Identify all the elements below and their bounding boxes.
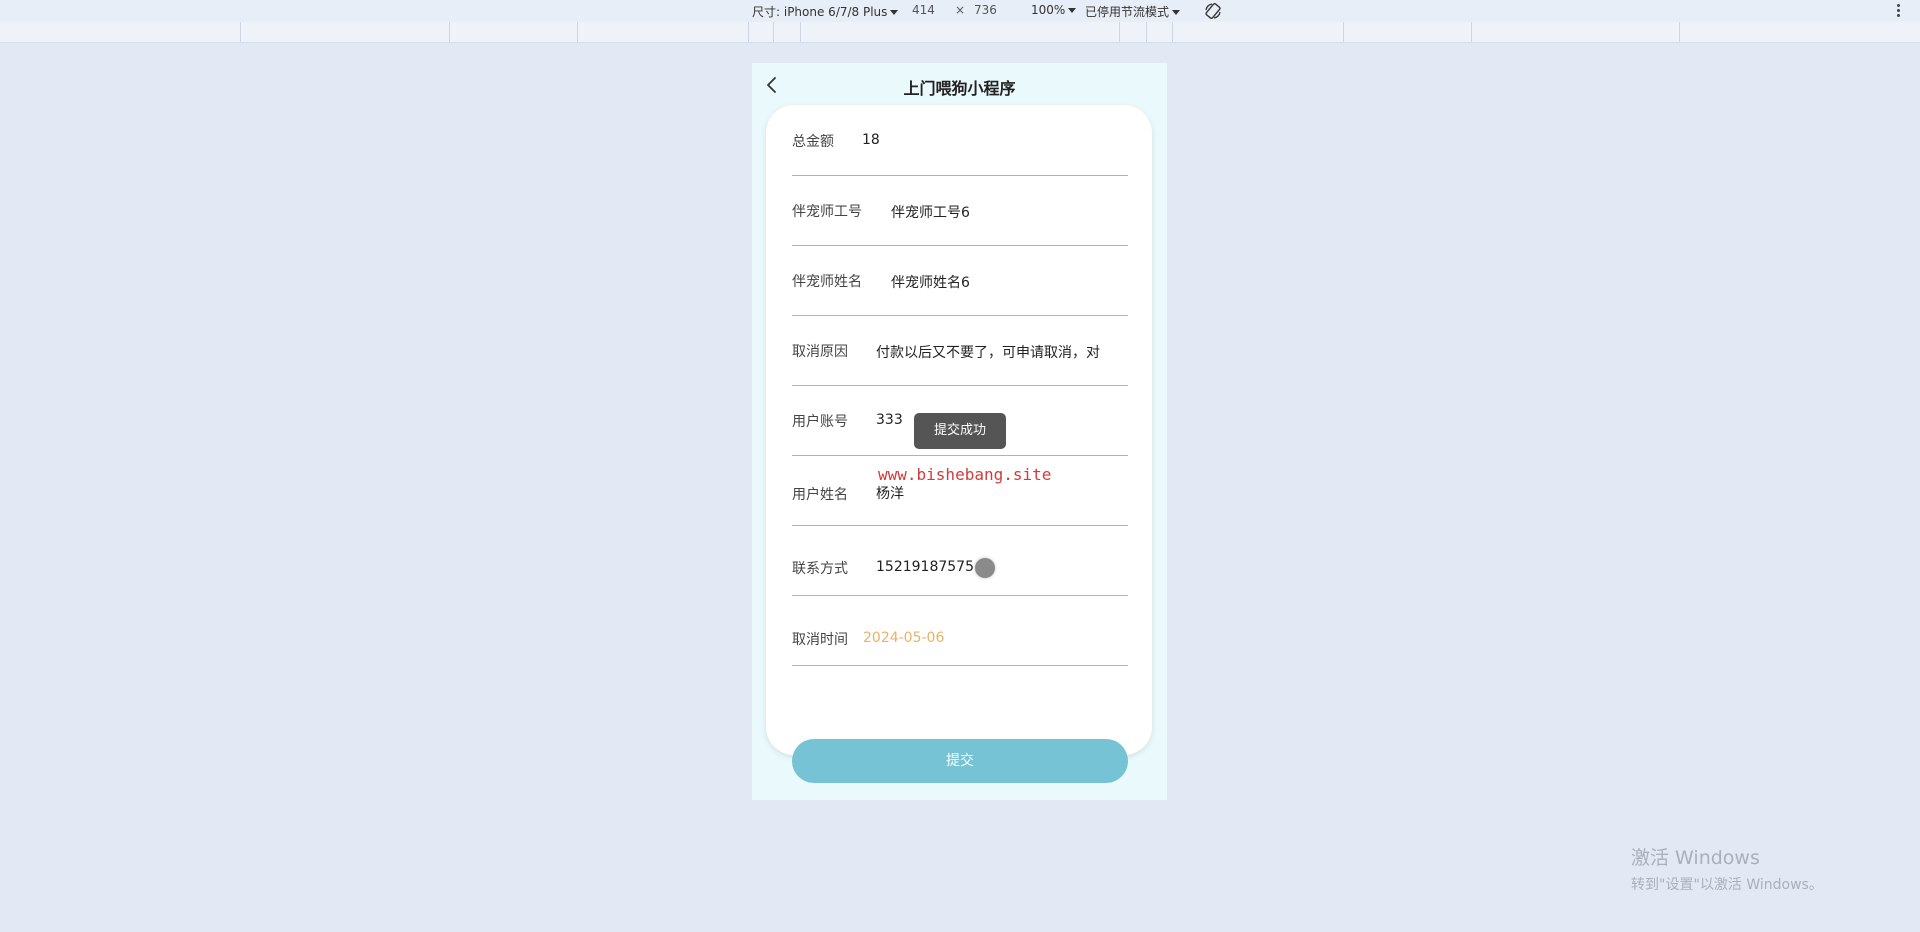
page-title: 上门喂狗小程序 xyxy=(903,79,1016,98)
user-name-field[interactable]: 杨洋 xyxy=(876,483,904,503)
total-amount-field[interactable]: 18 xyxy=(862,132,880,148)
throttle-select[interactable]: 已停用节流模式 xyxy=(1085,3,1181,20)
field-label: 取消原因 xyxy=(792,344,848,360)
caret-down-icon xyxy=(1068,8,1077,13)
field-label: 伴宠师工号 xyxy=(792,204,862,220)
contact-field[interactable]: 15219187575 xyxy=(876,559,974,575)
windows-activation-notice: 激活 Windows 转到"设置"以激活 Windows。 xyxy=(1631,843,1823,894)
caret-down-icon xyxy=(890,10,899,15)
field-label: 联系方式 xyxy=(792,561,848,577)
cancel-reason-field[interactable]: 付款以后又不要了，可申请取消，对 xyxy=(876,342,1116,362)
nav-bar: 上门喂狗小程序 xyxy=(752,63,1167,107)
cancel-time-picker[interactable]: 2024-05-06 xyxy=(863,630,944,646)
device-label: 尺寸: iPhone 6/7/8 Plus xyxy=(752,5,888,19)
form-row-cancel-reason: 取消原因 付款以后又不要了，可申请取消，对 xyxy=(792,315,1128,386)
form-row-sitter-name: 伴宠师姓名 伴宠师姓名6 xyxy=(792,245,1128,316)
form-row-sitter-id: 伴宠师工号 伴宠师工号6 xyxy=(792,175,1128,246)
toast-message: 提交成功 xyxy=(914,413,1006,449)
sitter-name-field[interactable]: 伴宠师姓名6 xyxy=(891,272,970,292)
form-row-total-amount: 总金额 18 xyxy=(792,105,1128,176)
caret-down-icon xyxy=(1172,10,1181,15)
form-row-contact: 联系方式 15219187575 xyxy=(792,525,1128,596)
dimension-separator: × xyxy=(955,3,966,17)
devtools-toolbar: 尺寸: iPhone 6/7/8 Plus 414 × 736 100% 已停用… xyxy=(0,0,1920,22)
field-label: 伴宠师姓名 xyxy=(792,274,862,290)
media-query-ruler xyxy=(0,22,1920,43)
device-select[interactable]: 尺寸: iPhone 6/7/8 Plus xyxy=(752,3,899,20)
form-row-cancel-time: 取消时间 2024-05-06 xyxy=(792,595,1128,666)
watermark-url: www.bishebang.site xyxy=(878,465,1052,484)
rotate-icon[interactable] xyxy=(1203,1,1223,21)
zoom-select[interactable]: 100% xyxy=(1031,3,1077,17)
user-account-field[interactable]: 333 xyxy=(876,412,903,428)
touch-cursor-indicator xyxy=(975,558,995,578)
field-label: 总金额 xyxy=(792,134,834,150)
field-label: 用户账号 xyxy=(792,414,848,430)
field-label: 取消时间 xyxy=(792,632,848,648)
sitter-id-field[interactable]: 伴宠师工号6 xyxy=(891,202,970,222)
activation-subtitle: 转到"设置"以激活 Windows。 xyxy=(1631,877,1823,893)
width-input[interactable]: 414 xyxy=(912,3,935,17)
zoom-value: 100% xyxy=(1031,3,1066,17)
activation-title: 激活 Windows xyxy=(1631,847,1760,869)
field-label: 用户姓名 xyxy=(792,487,848,503)
throttle-value: 已停用节流模式 xyxy=(1085,5,1170,19)
submit-button[interactable]: 提交 xyxy=(792,739,1128,783)
height-input[interactable]: 736 xyxy=(974,3,997,17)
more-vertical-icon[interactable] xyxy=(1895,2,1901,20)
